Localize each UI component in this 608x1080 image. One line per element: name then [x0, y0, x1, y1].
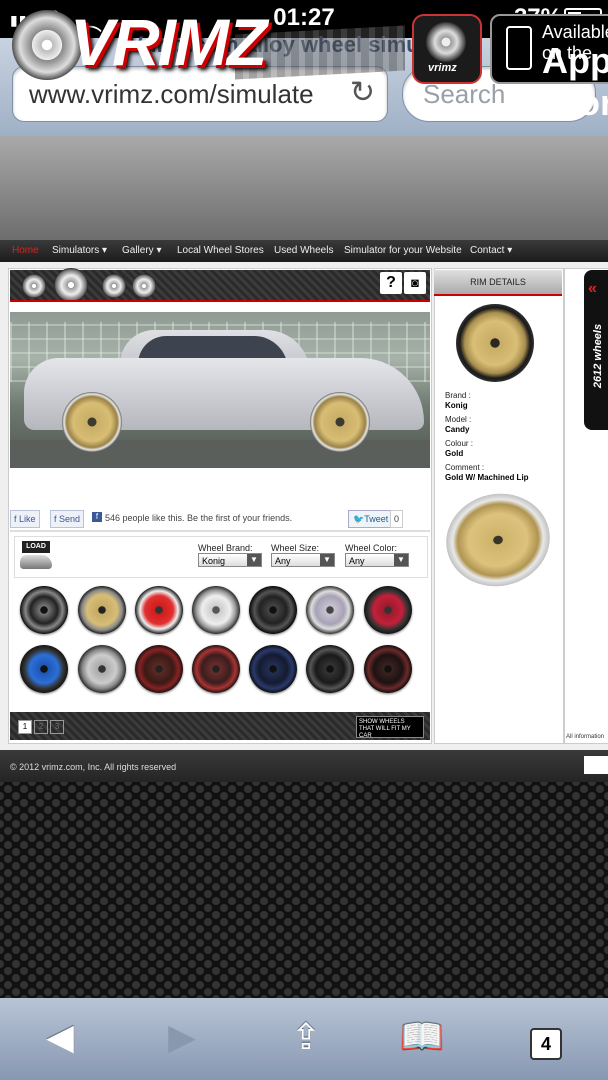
filter-label-brand: Wheel Brand: [198, 543, 253, 553]
car-preview-image [10, 312, 430, 468]
wheel-brand-value: Konig [202, 556, 226, 566]
car-icon [20, 555, 52, 569]
iphone-icon [506, 26, 532, 70]
tweet-label: Tweet [364, 514, 389, 524]
wheel-option[interactable] [306, 586, 354, 634]
car-front-wheel [62, 392, 122, 452]
model-label: Model : [445, 415, 472, 424]
wheel-option[interactable] [78, 586, 126, 634]
tweet-button[interactable]: 🐦Tweet [348, 510, 394, 528]
wheel-option[interactable] [249, 586, 297, 634]
brand-value: Konig [445, 401, 468, 410]
chevron-down-icon: ▼ [247, 554, 261, 566]
nav-simulators[interactable]: Simulators ▾ [52, 245, 107, 256]
main-nav: Home Simulators ▾ Gallery ▾ Local Wheel … [0, 240, 608, 262]
brand-label: Brand : [445, 391, 471, 400]
comment-label: Comment : [445, 463, 485, 472]
wheel-color-select[interactable]: Any ▼ [345, 553, 409, 567]
load-label: LOAD [22, 541, 50, 553]
nav-used-wheels[interactable]: Used Wheels [274, 245, 333, 256]
twitter-icon: 🐦 [353, 514, 365, 524]
back-icon[interactable]: ◀ [30, 1016, 90, 1060]
accent-divider [10, 300, 430, 302]
like-label: Like [19, 514, 36, 524]
wheel-option[interactable] [249, 645, 297, 693]
page-button[interactable]: 1 [18, 720, 32, 734]
wheel-option[interactable] [306, 645, 354, 693]
recent-wheel-thumb[interactable] [54, 268, 88, 302]
simulator-toolbar: ? ◙ [10, 268, 430, 302]
recent-wheel-thumb[interactable] [132, 274, 156, 298]
nav-contact[interactable]: Contact ▾ [470, 245, 512, 256]
help-button[interactable]: ? [380, 272, 402, 294]
share-icon[interactable]: ⇪ [276, 1016, 336, 1060]
rim-details-header: RIM DETAILS [434, 270, 562, 294]
app-store-line2: App Store [542, 40, 608, 123]
vrimz-app-icon[interactable]: vrimz [412, 14, 482, 84]
recent-wheel-thumb[interactable] [102, 274, 126, 298]
copyright: © 2012 vrimz.com, Inc. All rights reserv… [10, 762, 177, 772]
chevron-left-icon: « [588, 280, 597, 297]
wheel-option[interactable] [192, 645, 240, 693]
site-header [0, 136, 608, 240]
filter-label-color: Wheel Color: [345, 543, 398, 553]
wheel-color-value: Any [349, 556, 365, 566]
wheel-icon [426, 22, 466, 62]
forward-icon[interactable]: ▶ [152, 1016, 212, 1060]
info-note: All information [566, 734, 605, 740]
app-store-badge[interactable]: Available on the App Store [490, 14, 608, 123]
wheel-option[interactable] [135, 586, 183, 634]
facebook-send-button[interactable]: f Send [50, 510, 85, 528]
wheel-option[interactable] [192, 586, 240, 634]
show-fitting-wheels-button[interactable]: SHOW WHEELS THAT WILL FIT MY CAR [356, 716, 424, 739]
honeycomb-background [0, 782, 608, 998]
bookmarks-icon[interactable]: 📖 [392, 1016, 452, 1060]
wheel-option[interactable] [364, 645, 412, 693]
page-button[interactable]: 2 [34, 720, 48, 734]
wheel-size-value: Any [275, 556, 291, 566]
app-icon-label: vrimz [428, 62, 457, 74]
accent-divider [434, 294, 562, 296]
wheel-option[interactable] [20, 586, 68, 634]
facebook-like-button[interactable]: f Like [10, 510, 40, 528]
send-label: Send [59, 514, 81, 524]
tweet-count: 0 [390, 510, 404, 528]
wheel-brand-select[interactable]: Konig ▼ [198, 553, 262, 567]
site-footer: © 2012 vrimz.com, Inc. All rights reserv… [0, 750, 608, 782]
site-logo[interactable]: VRIMZ [70, 4, 267, 80]
colour-label: Colour : [445, 439, 474, 448]
wheel-option[interactable] [20, 645, 68, 693]
facebook-like-count: 546 people like this. Be the first of yo… [105, 513, 293, 523]
wheel-size-select[interactable]: Any ▼ [271, 553, 335, 567]
chevron-down-icon: ▼ [320, 554, 334, 566]
social-bar: f Like f Send f 546 people like this. Be… [10, 510, 430, 528]
social-badge-icon[interactable] [584, 756, 608, 774]
nav-gallery[interactable]: Gallery ▾ [122, 245, 161, 256]
colour-value: Gold [445, 449, 464, 458]
section-divider [10, 530, 430, 532]
nav-simulator-for-website[interactable]: Simulator for your Website [344, 245, 462, 256]
browser-toolbar: ◀ ▶ ⇪ 📖 [0, 998, 608, 1080]
recent-wheel-thumb[interactable] [22, 274, 46, 298]
wheels-count-tab[interactable]: « 2612 wheels [584, 270, 608, 430]
chevron-down-icon: ▼ [394, 554, 408, 566]
nav-home[interactable]: Home [12, 245, 39, 256]
wheel-option[interactable] [135, 645, 183, 693]
car-rear-wheel [310, 392, 370, 452]
tab-count[interactable]: 4 [530, 1028, 562, 1060]
reload-icon[interactable]: ↻ [350, 75, 375, 110]
nav-local-wheel-stores[interactable]: Local Wheel Stores [177, 245, 264, 256]
wheel-option[interactable] [78, 645, 126, 693]
site-logo-suffix: .com [180, 72, 209, 87]
model-value: Candy [445, 425, 470, 434]
wheel-option[interactable] [364, 586, 412, 634]
camera-icon[interactable]: ◙ [404, 272, 426, 294]
filter-label-size: Wheel Size: [271, 543, 320, 553]
load-car-button[interactable]: LOAD [20, 541, 52, 571]
page-button[interactable]: 3 [50, 720, 64, 734]
facebook-icon: f [92, 512, 102, 522]
wheels-count-label: 2612 wheels [592, 323, 604, 389]
comment-value: Gold W/ Machined Lip [445, 473, 529, 482]
selected-rim-image [456, 304, 534, 382]
